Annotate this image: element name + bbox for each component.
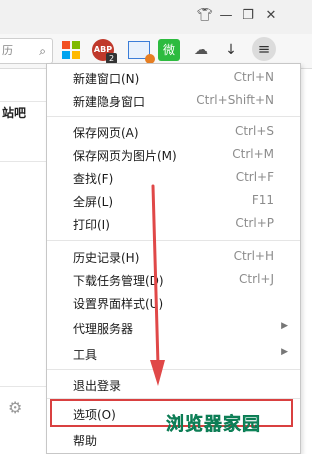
menu-item-new-window[interactable]: 新建窗口(N) Ctrl+N: [47, 66, 300, 89]
menu-item-label: 新建窗口(N): [73, 72, 140, 86]
menu-item-print[interactable]: 打印(I) Ctrl+P: [47, 212, 300, 235]
menu-item-new-incognito[interactable]: 新建隐身窗口 Ctrl+Shift+N: [47, 89, 300, 112]
menu-item-shortcut: Ctrl+P: [235, 216, 274, 230]
menu-item-shortcut: Ctrl+H: [233, 249, 274, 263]
menu-item-shortcut: Ctrl+N: [233, 70, 274, 84]
menu-separator: [47, 116, 300, 117]
menu-item-shortcut: Ctrl+M: [232, 147, 274, 161]
menu-item-shortcut: F11: [251, 193, 274, 207]
window-caption: 👕︎ — ❐ ✕: [0, 0, 312, 34]
screenshot-icon[interactable]: [128, 41, 155, 64]
search-icon[interactable]: ⌕: [39, 39, 46, 63]
submenu-arrow-icon: ▶: [281, 347, 288, 357]
menu-item-label: 工具: [73, 348, 98, 362]
menu-item-label: 设置界面样式(U): [73, 297, 164, 311]
wechat-icon[interactable]: 微: [158, 39, 180, 61]
menu-item-label: 保存网页为图片(M): [73, 149, 177, 163]
minimize-button[interactable]: —: [216, 6, 236, 26]
download-icon[interactable]: ↓: [220, 39, 242, 61]
menu-item-label: 帮助: [73, 434, 98, 448]
menu-item-downloads[interactable]: 下载任务管理(D) Ctrl+J: [47, 268, 300, 291]
address-bar[interactable]: 历 ⌕: [0, 38, 53, 64]
page-content: [0, 69, 46, 452]
menu-item-label: 下载任务管理(D): [73, 274, 164, 288]
page-text: 站吧: [2, 106, 27, 120]
menu-item-save-as-image[interactable]: 保存网页为图片(M) Ctrl+M: [47, 143, 300, 166]
main-menu-button[interactable]: ≡: [252, 37, 276, 61]
close-button[interactable]: ✕: [261, 6, 281, 26]
menu-item-proxy[interactable]: 代理服务器 ▶: [47, 316, 300, 339]
menu-item-shortcut: Ctrl+Shift+N: [196, 93, 274, 107]
maximize-button[interactable]: ❐: [238, 6, 258, 26]
cloud-icon[interactable]: ☁︎: [190, 39, 212, 61]
menu-item-logout[interactable]: 退出登录: [47, 373, 300, 396]
menu-item-label: 查找(F): [73, 172, 114, 186]
menu-separator: [47, 240, 300, 241]
menu-separator: [47, 369, 300, 370]
menu-item-label: 新建隐身窗口: [73, 95, 146, 109]
menu-item-label: 打印(I): [73, 218, 110, 232]
gear-icon[interactable]: ⚙︎: [8, 398, 22, 417]
submenu-arrow-icon: ▶: [281, 321, 288, 331]
menu-item-shortcut: Ctrl+S: [234, 124, 274, 138]
menu-item-find[interactable]: 查找(F) Ctrl+F: [47, 166, 300, 189]
menu-item-shortcut: Ctrl+J: [239, 272, 274, 286]
menu-item-save-page[interactable]: 保存网页(A) Ctrl+S: [47, 120, 300, 143]
menu-item-interface-style[interactable]: 设置界面样式(U): [47, 291, 300, 314]
menu-item-label: 退出登录: [73, 379, 122, 393]
menu-item-label: 全屏(L): [73, 195, 114, 209]
menu-item-tools[interactable]: 工具 ▶: [47, 342, 300, 365]
page-divider: [0, 386, 46, 387]
menu-item-history[interactable]: 历史记录(H) Ctrl+H: [47, 245, 300, 268]
apps-icon[interactable]: [62, 41, 80, 59]
main-menu: 新建窗口(N) Ctrl+N 新建隐身窗口 Ctrl+Shift+N 保存网页(…: [46, 63, 301, 454]
skin-icon[interactable]: 👕︎: [195, 6, 215, 26]
menu-item-fullscreen[interactable]: 全屏(L) F11: [47, 189, 300, 212]
watermark-logo: 浏览器家园: [166, 414, 261, 435]
menu-item-shortcut: Ctrl+F: [235, 170, 274, 184]
page-row: [0, 129, 46, 162]
menu-item-label: 保存网页(A): [73, 126, 139, 140]
menu-item-label: 代理服务器: [73, 322, 134, 336]
address-text: 历: [2, 44, 13, 57]
menu-item-label: 历史记录(H): [73, 251, 140, 265]
page-row: [0, 69, 46, 102]
